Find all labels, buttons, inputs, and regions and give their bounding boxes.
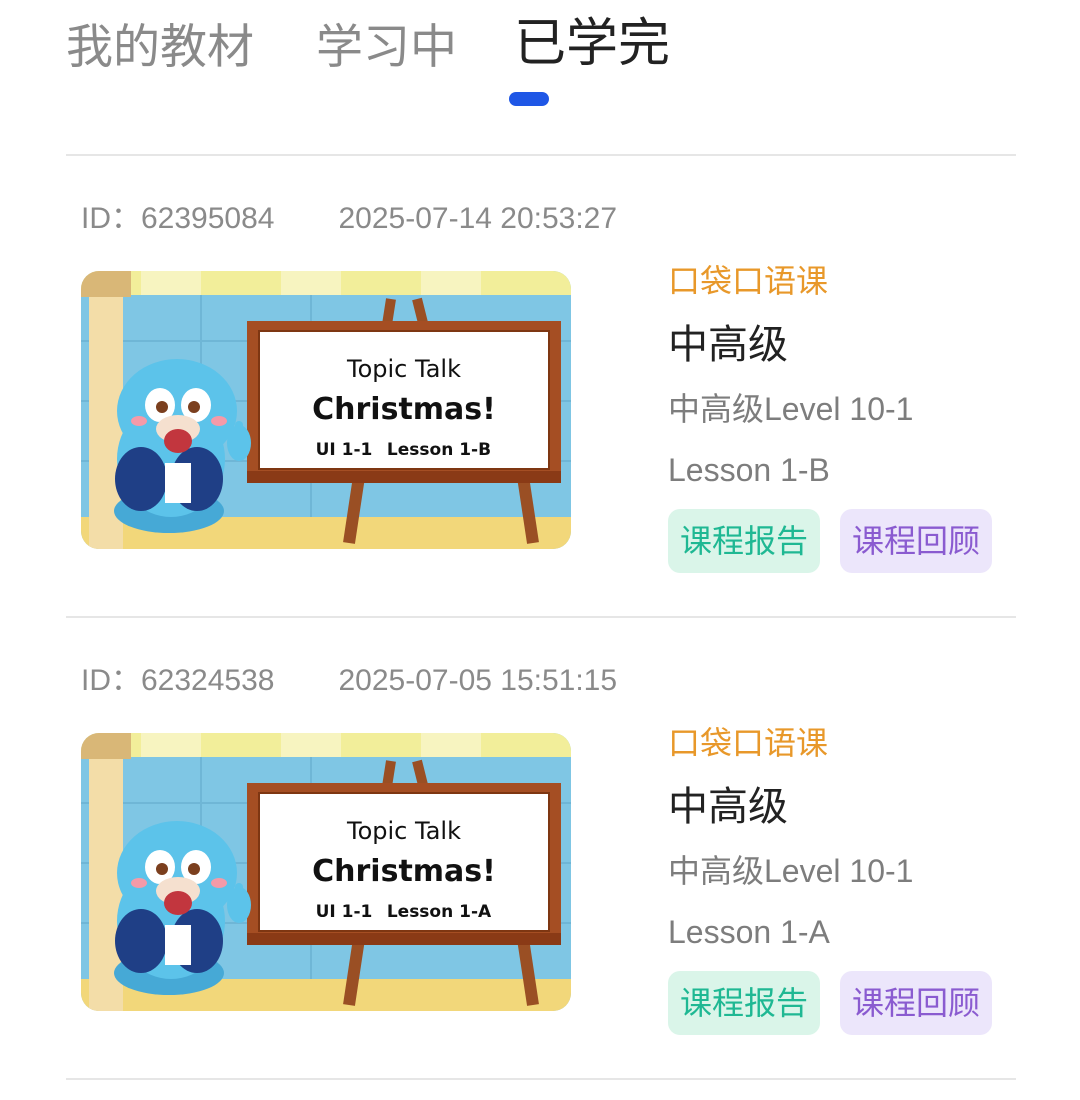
- tab-bar: 我的教材 学习中 已学完: [66, 14, 1016, 106]
- course-report-button[interactable]: 课程报告: [668, 971, 821, 1035]
- course-type: 口袋口语课: [668, 724, 829, 762]
- active-tab-indicator: [509, 92, 549, 106]
- course-report-button[interactable]: 课程报告: [668, 509, 821, 573]
- course-actions: 课程报告 课程回顾: [668, 971, 1016, 1035]
- course-thumbnail[interactable]: Topic Talk Christmas! UI 1-1 Lesson 1-A: [81, 733, 571, 1011]
- course-id: ID：62324538: [81, 664, 275, 697]
- course-actions: 课程报告 课程回顾: [668, 509, 1016, 573]
- course-level-detail: 中高级Level 10-1: [668, 391, 914, 427]
- finished-courses-page: 我的教材 学习中 已学完 ID：62395084 2025-07-14 20:53…: [0, 0, 1080, 1100]
- course-card[interactable]: ID：62395084 2025-07-14 20:53:27 Topic Ta…: [66, 155, 1016, 615]
- course-info: 口袋口语课 中高级 中高级Level 10-1 Lesson 1-A 课程报告 …: [668, 721, 1016, 1035]
- course-review-button[interactable]: 课程回顾: [840, 971, 993, 1035]
- course-type: 口袋口语课: [668, 262, 829, 300]
- course-meta: ID：62324538 2025-07-05 15:51:15: [81, 655, 617, 699]
- course-level: 中高级: [668, 322, 788, 368]
- tab-in-progress[interactable]: 学习中: [316, 16, 457, 80]
- course-thumbnail[interactable]: Topic Talk Christmas! UI 1-1 Lesson 1-B: [81, 271, 571, 549]
- thumbnail-topic-line: Topic Talk: [346, 355, 461, 383]
- course-lesson: Lesson 1-B: [668, 452, 830, 488]
- course-id: ID：62395084: [81, 202, 275, 235]
- thumbnail-lesson-label: Lesson 1-B: [387, 440, 491, 460]
- thumbnail-unit-label: UI 1-1: [316, 902, 373, 922]
- course-lesson: Lesson 1-A: [668, 914, 830, 950]
- course-info: 口袋口语课 中高级 中高级Level 10-1 Lesson 1-B 课程报告 …: [668, 259, 1016, 573]
- divider: [66, 1078, 1016, 1080]
- thumbnail-title-line: Christmas!: [312, 854, 496, 889]
- course-time: 2025-07-05 15:51:15: [338, 664, 618, 697]
- tab-finished[interactable]: 已学完: [514, 12, 670, 76]
- course-level: 中高级: [668, 784, 788, 830]
- tab-my-textbooks[interactable]: 我的教材: [66, 16, 254, 80]
- thumbnail-unit-label: UI 1-1: [316, 440, 373, 460]
- course-card[interactable]: ID：62324538 2025-07-05 15:51:15 Topic Ta…: [66, 617, 1016, 1077]
- course-review-button[interactable]: 课程回顾: [840, 509, 993, 573]
- thumbnail-lesson-label: Lesson 1-A: [387, 902, 492, 922]
- course-time: 2025-07-14 20:53:27: [338, 202, 618, 235]
- course-level-detail: 中高级Level 10-1: [668, 853, 914, 889]
- thumbnail-topic-line: Topic Talk: [346, 817, 461, 845]
- course-meta: ID：62395084 2025-07-14 20:53:27: [81, 193, 617, 237]
- thumbnail-title-line: Christmas!: [312, 392, 496, 427]
